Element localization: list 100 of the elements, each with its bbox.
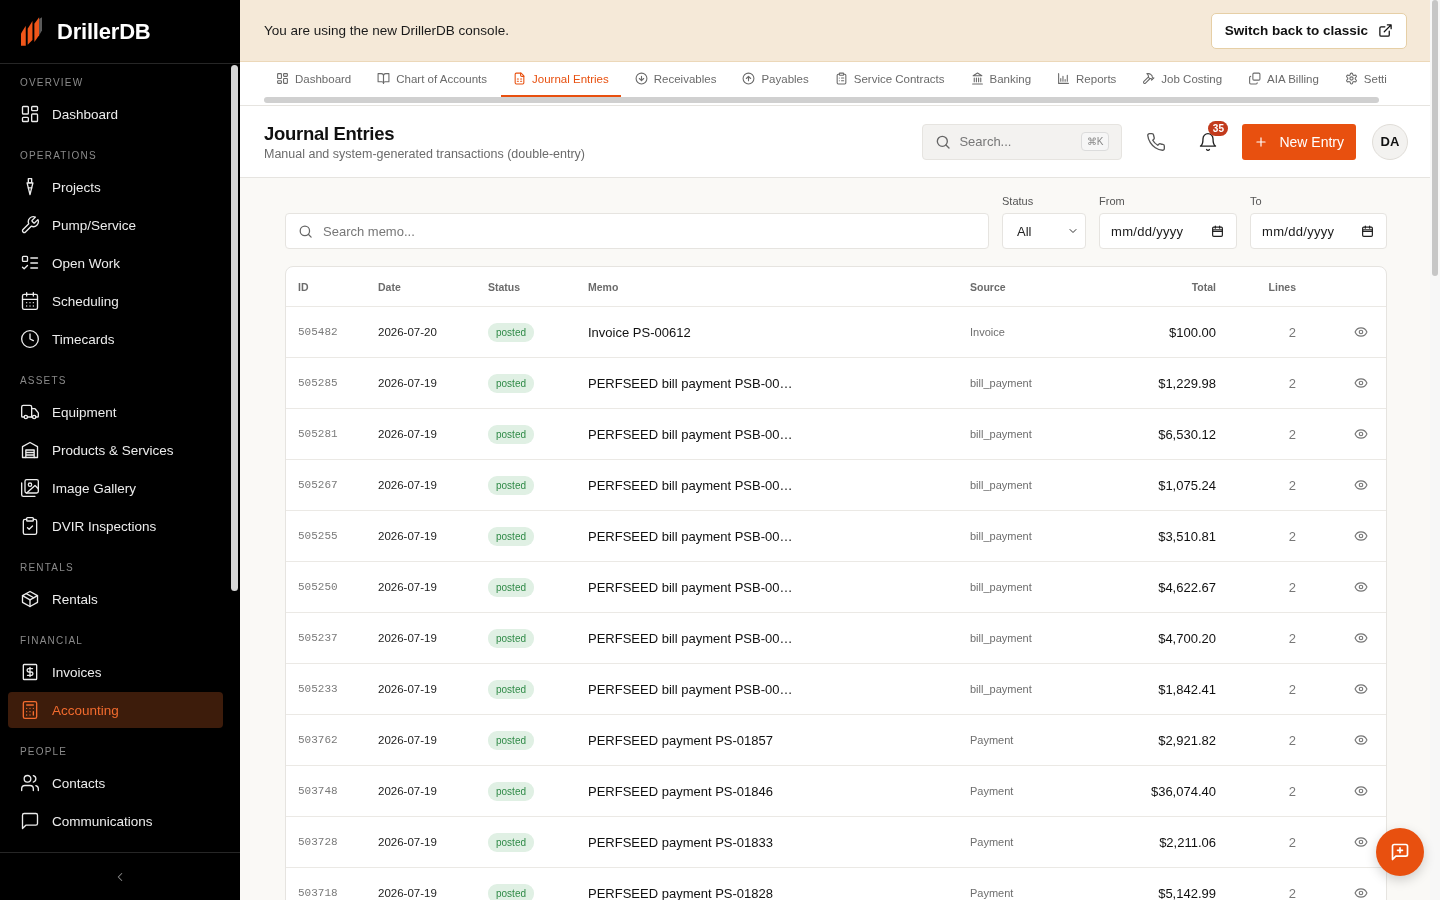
entry-date: 2026-07-19 [378, 887, 437, 899]
entry-id: 505267 [298, 479, 338, 491]
memo-text: PERFSEED bill payment PSB-00… [588, 681, 793, 697]
section-label: ASSETS [19, 374, 68, 388]
view-eye-icon[interactable] [1354, 682, 1368, 696]
tab[interactable]: AIA Billing [1236, 62, 1331, 97]
entry-date: 2026-07-19 [378, 377, 437, 389]
tab[interactable]: Payables [730, 62, 821, 97]
sidebar-item[interactable]: Equipment [8, 394, 223, 430]
sidebar-item[interactable]: Products & Services [8, 432, 223, 468]
entry-date: 2026-07-19 [378, 785, 437, 797]
entry-date: 2026-07-19 [378, 734, 437, 746]
search-icon [935, 133, 952, 150]
tab[interactable]: Dashboard [264, 62, 364, 97]
sidebar-item[interactable]: Rentals [8, 581, 223, 617]
view-eye-icon[interactable] [1354, 325, 1368, 339]
scrollbar[interactable] [264, 97, 1379, 103]
filter-label: From [1099, 195, 1125, 207]
sidebar-item[interactable]: Communications [8, 803, 223, 839]
total-amount: $4,622.67 [1158, 579, 1216, 595]
clock-icon [20, 329, 40, 349]
entry-date: 2026-07-19 [378, 479, 437, 491]
warehouse-icon [20, 440, 40, 460]
plus-icon [1254, 134, 1269, 149]
sidebar-item[interactable]: Projects [8, 169, 223, 205]
entry-date: 2026-07-19 [378, 428, 437, 440]
column-header: Status [488, 280, 521, 293]
calendar-icon [20, 291, 40, 311]
date-field[interactable]: mm/dd/yyyy [1099, 213, 1237, 249]
sidebar-item[interactable]: Scheduling [8, 283, 223, 319]
calculator-icon [20, 700, 40, 720]
entry-date: 2026-07-19 [378, 836, 437, 848]
tab[interactable]: Job Costing [1130, 62, 1235, 97]
sidebar-item[interactable]: Contacts [8, 765, 223, 801]
new-entry-button[interactable]: New Entry [1242, 123, 1356, 160]
bell-icon[interactable] [1198, 131, 1219, 152]
source-text: bill_payment [970, 428, 1032, 440]
view-eye-icon[interactable] [1354, 427, 1368, 441]
speech-bubble-icon [20, 811, 40, 831]
entry-date: 2026-07-19 [378, 530, 437, 542]
section-label: FINANCIAL [19, 634, 85, 648]
tab[interactable]: Banking [958, 62, 1044, 97]
line-count: 2 [1288, 426, 1296, 442]
tab[interactable]: Chart of Accounts [365, 62, 500, 97]
status-badge: posted [488, 832, 535, 852]
memo-text: PERFSEED payment PS-01857 [588, 732, 773, 748]
sidebar-item[interactable]: Dashboard [8, 96, 223, 132]
source-text: Payment [970, 836, 1014, 848]
view-eye-icon[interactable] [1354, 835, 1368, 849]
entry-id: 505255 [298, 530, 338, 542]
switch-classic-button[interactable]: Switch back to classic [1210, 12, 1407, 49]
tab[interactable]: Service Contracts [822, 62, 957, 97]
view-eye-icon[interactable] [1354, 529, 1368, 543]
entry-id: 505285 [298, 377, 338, 389]
status-badge: posted [488, 577, 535, 597]
tab[interactable]: Setti [1332, 62, 1399, 97]
total-amount: $3,510.81 [1158, 528, 1216, 544]
section-label: OPERATIONS [19, 149, 98, 163]
line-count: 2 [1288, 375, 1296, 391]
entry-id: 505237 [298, 632, 338, 644]
status-select[interactable]: All [1002, 213, 1086, 249]
sidebar-item[interactable]: Image Gallery [8, 470, 223, 506]
view-eye-icon[interactable] [1354, 733, 1368, 747]
status-badge: posted [488, 322, 535, 342]
memo-text: Invoice PS-00612 [588, 324, 691, 340]
sidebar-item[interactable]: Open Work [8, 245, 223, 281]
view-eye-icon[interactable] [1354, 886, 1368, 900]
source-text: bill_payment [970, 530, 1032, 542]
tab[interactable]: Reports [1045, 62, 1129, 97]
scrollbar[interactable] [1432, 0, 1438, 276]
column-header: Date [378, 280, 401, 293]
total-amount: $5,142.99 [1158, 885, 1216, 900]
entry-date: 2026-07-19 [378, 581, 437, 593]
memo-search-field[interactable]: Search memo... [285, 213, 989, 249]
total-amount: $1,842.41 [1158, 681, 1216, 697]
tab[interactable]: Receivables [622, 62, 729, 97]
view-eye-icon[interactable] [1354, 376, 1368, 390]
sidebar-item[interactable]: Accounting [8, 692, 223, 728]
user-avatar[interactable]: DA [1372, 123, 1408, 160]
users-icon [20, 773, 40, 793]
wrench-icon [20, 215, 40, 235]
scrollbar[interactable] [231, 65, 238, 591]
sidebar-item[interactable]: Invoices [8, 654, 223, 690]
memo-text: PERFSEED bill payment PSB-00… [588, 426, 793, 442]
sidebar-item[interactable]: Timecards [8, 321, 223, 357]
sidebar-item[interactable]: DVIR Inspections [8, 508, 223, 544]
column-header: Source [970, 280, 1006, 293]
phone-icon[interactable] [1146, 131, 1167, 152]
total-amount: $100.00 [1169, 324, 1216, 340]
source-text: bill_payment [970, 479, 1032, 491]
view-eye-icon[interactable] [1354, 631, 1368, 645]
status-badge: posted [488, 730, 535, 750]
source-text: Invoice [970, 326, 1005, 338]
view-eye-icon[interactable] [1354, 784, 1368, 798]
search-field[interactable]: Search... ⌘K [922, 123, 1123, 160]
date-field[interactable]: mm/dd/yyyy [1250, 213, 1387, 249]
view-eye-icon[interactable] [1354, 580, 1368, 594]
source-text: bill_payment [970, 377, 1032, 389]
sidebar-item[interactable]: Pump/Service [8, 207, 223, 243]
view-eye-icon[interactable] [1354, 478, 1368, 492]
